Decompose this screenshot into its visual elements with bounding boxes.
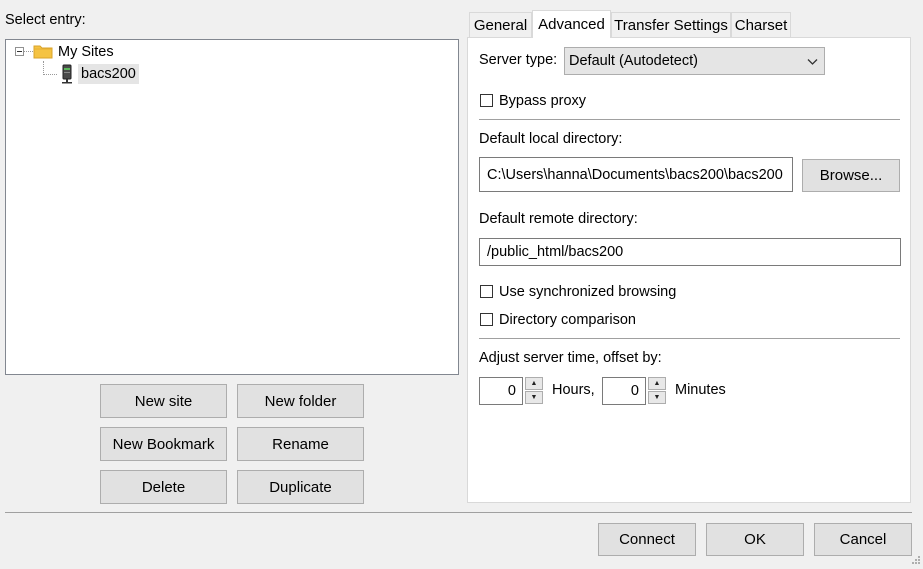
- collapse-icon[interactable]: [15, 47, 24, 56]
- tree-item-my-sites[interactable]: My Sites: [58, 44, 114, 60]
- chevron-down-icon: [807, 55, 818, 71]
- separator: [479, 119, 900, 120]
- bypass-proxy-checkbox[interactable]: [480, 94, 493, 107]
- folder-icon: [33, 43, 53, 59]
- hours-spinner[interactable]: ▲ ▼: [525, 377, 543, 405]
- new-folder-button[interactable]: New folder: [237, 384, 364, 418]
- default-remote-dir-input[interactable]: /public_html/bacs200: [479, 238, 901, 266]
- spin-down-icon[interactable]: ▼: [648, 391, 666, 404]
- dir-comparison-label: Directory comparison: [499, 312, 636, 328]
- minutes-label: Minutes: [675, 382, 726, 398]
- spin-down-icon[interactable]: ▼: [525, 391, 543, 404]
- minutes-input[interactable]: 0: [602, 377, 646, 405]
- site-tree[interactable]: My Sites bacs200: [5, 39, 459, 375]
- time-offset-label: Adjust server time, offset by:: [479, 350, 662, 366]
- bypass-proxy-label: Bypass proxy: [499, 93, 587, 109]
- spin-up-icon[interactable]: ▲: [525, 377, 543, 390]
- connect-button[interactable]: Connect: [598, 523, 696, 556]
- footer-separator: [5, 512, 912, 513]
- browse-button[interactable]: Browse...: [802, 159, 900, 192]
- tab-transfer-settings[interactable]: Transfer Settings: [611, 12, 731, 37]
- server-icon: [60, 64, 74, 84]
- minutes-spinner[interactable]: ▲ ▼: [648, 377, 666, 405]
- hours-input[interactable]: 0: [479, 377, 523, 405]
- server-type-select[interactable]: Default (Autodetect): [564, 47, 825, 75]
- tree-item-label: bacs200: [81, 66, 136, 82]
- server-type-label: Server type:: [479, 52, 558, 68]
- tree-item-bacs200[interactable]: bacs200: [78, 64, 139, 84]
- new-site-button[interactable]: New site: [100, 384, 227, 418]
- tab-advanced[interactable]: Advanced: [532, 10, 611, 38]
- spin-up-icon[interactable]: ▲: [648, 377, 666, 390]
- delete-button[interactable]: Delete: [100, 470, 227, 504]
- resize-grip-icon[interactable]: [911, 553, 921, 564]
- default-local-dir-input[interactable]: C:\Users\hanna\Documents\bacs200\bacs200: [479, 157, 793, 192]
- duplicate-button[interactable]: Duplicate: [237, 470, 364, 504]
- dir-comparison-checkbox[interactable]: [480, 313, 493, 326]
- new-bookmark-button[interactable]: New Bookmark: [100, 427, 227, 461]
- default-local-dir-label: Default local directory:: [479, 131, 623, 147]
- tab-general[interactable]: General: [469, 12, 532, 37]
- rename-button[interactable]: Rename: [237, 427, 364, 461]
- cancel-button[interactable]: Cancel: [814, 523, 912, 556]
- sync-browsing-checkbox[interactable]: [480, 285, 493, 298]
- hours-label: Hours,: [552, 382, 595, 398]
- ok-button[interactable]: OK: [706, 523, 804, 556]
- sync-browsing-label: Use synchronized browsing: [499, 284, 677, 300]
- select-entry-label: Select entry:: [5, 12, 86, 28]
- separator: [479, 338, 900, 339]
- server-type-value: Default (Autodetect): [569, 53, 698, 69]
- tab-charset[interactable]: Charset: [731, 12, 791, 37]
- default-remote-dir-label: Default remote directory:: [479, 211, 638, 227]
